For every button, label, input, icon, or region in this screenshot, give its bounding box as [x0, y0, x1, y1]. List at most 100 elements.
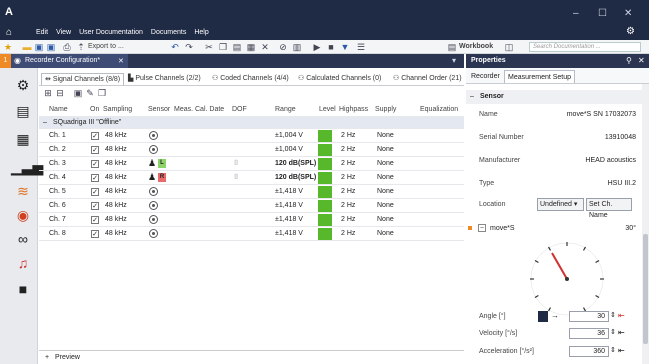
filter-icon[interactable]: ▼ — [340, 42, 350, 52]
stop-sign-icon[interactable]: ⊘ — [278, 42, 288, 52]
export-to-menu[interactable]: Export to ... — [88, 43, 124, 50]
grid-icon[interactable]: ▦ — [246, 42, 256, 52]
channel-supply[interactable]: None — [377, 132, 394, 139]
channel-supply[interactable]: None — [377, 146, 394, 153]
col-level[interactable]: Level — [319, 106, 336, 113]
channel-highpass[interactable]: 2 Hz — [341, 230, 355, 237]
play-icon[interactable]: ▶ — [312, 42, 322, 52]
channel-supply[interactable]: None — [377, 160, 394, 167]
record-icon[interactable]: ◉ — [11, 204, 35, 226]
print-icon[interactable]: ⎙ — [62, 42, 72, 52]
channel-on-checkbox[interactable]: ✓ — [91, 230, 99, 238]
channel-range[interactable]: ±1,418 V — [275, 230, 303, 237]
menu-edit[interactable]: Edit — [36, 29, 48, 36]
properties-scrollbar[interactable] — [642, 84, 649, 364]
col-sensor[interactable]: Sensor — [148, 106, 170, 113]
channel-highpass[interactable]: 2 Hz — [341, 202, 355, 209]
col-on[interactable]: On — [90, 106, 99, 113]
table-row[interactable]: Ch. 1 ✓ 48 kHz ±1,004 V 2 Hz None — [39, 129, 464, 143]
channel-icon[interactable]: ▤ — [11, 100, 35, 122]
channel-supply[interactable]: None — [377, 216, 394, 223]
channel-on-checkbox[interactable]: ✓ — [91, 160, 99, 168]
tab-measurement-setup[interactable]: Measurement Setup — [504, 70, 576, 83]
tab-recorder-configuration[interactable]: 1 ◉ Recorder Configuration* ✕ — [0, 54, 128, 68]
gear-icon[interactable]: ⚙ — [626, 26, 635, 37]
panel-icon[interactable]: ◫ — [504, 42, 514, 52]
table-row[interactable]: Ch. 2 ✓ 48 kHz ±1,004 V 2 Hz None — [39, 143, 464, 157]
layout-icon[interactable]: ☰ — [356, 42, 366, 52]
tab-signal-channels[interactable]: ⇹ Signal Channels (8/8) — [41, 73, 125, 85]
channel-range[interactable]: ±1,004 V — [275, 146, 303, 153]
close-tab-icon[interactable]: ✕ — [118, 57, 124, 65]
tab-calculated-channels[interactable]: ⚇ Calculated Channels (0) — [295, 73, 384, 85]
table-row[interactable]: Ch. 6 ✓ 48 kHz ±1,418 V 2 Hz None — [39, 199, 464, 213]
close-properties-icon[interactable]: ✕ — [638, 56, 645, 65]
save-icon[interactable]: ▣ — [34, 42, 44, 52]
channel-highpass[interactable]: 2 Hz — [341, 188, 355, 195]
dark-square-icon[interactable]: ■ — [11, 278, 35, 300]
channel-range[interactable]: ±1,418 V — [275, 216, 303, 223]
paste-icon[interactable]: ▤ — [232, 42, 242, 52]
col-supply[interactable]: Supply — [375, 106, 396, 113]
reset-arrow-icon[interactable]: ⇤ — [618, 311, 625, 320]
layers-icon[interactable]: ≋ — [11, 180, 35, 202]
channel-range[interactable]: 120 dB(SPL) — [275, 174, 316, 181]
table-row[interactable]: Ch. 5 ✓ 48 kHz ±1,418 V 2 Hz None — [39, 185, 464, 199]
reset-icon[interactable]: ⇤ — [618, 346, 625, 355]
copy-icon[interactable]: ❐ — [218, 42, 228, 52]
section-sensor[interactable]: – Sensor — [466, 90, 642, 104]
recorder-config-icon[interactable]: ⚙ — [11, 74, 35, 96]
col-sampling[interactable]: Sampling — [103, 106, 132, 113]
acceleration-input[interactable]: 360 — [569, 346, 609, 357]
col-cal-date[interactable]: Meas. Cal. Date — [174, 106, 224, 113]
table-row[interactable]: Ch. 8 ✓ 48 kHz ±1,418 V 2 Hz None — [39, 227, 464, 241]
arrow-right-icon[interactable]: → — [551, 311, 559, 320]
set-channel-name-button[interactable]: Set Ch. Name — [586, 198, 632, 219]
channel-supply[interactable]: None — [377, 174, 394, 181]
workbook-menu[interactable]: Workbook — [459, 43, 493, 50]
channel-supply[interactable]: None — [377, 188, 394, 195]
collapse-device-icon[interactable]: – — [478, 224, 486, 232]
col-highpass[interactable]: Highpass — [339, 106, 368, 113]
velocity-input[interactable]: 36 — [569, 328, 609, 339]
col-name[interactable]: Name — [49, 106, 68, 113]
table-row[interactable]: Ch. 3 ✓ 48 kHz ♟ L ⌷ 120 dB(SPL) 2 Hz None — [39, 157, 464, 171]
tab-pulse-channels[interactable]: ▙ Pulse Channels (2/2) — [125, 73, 204, 85]
search-input[interactable]: Search Documentation ... — [529, 42, 641, 52]
table-icon[interactable]: ▥ — [292, 42, 302, 52]
channel-on-checkbox[interactable]: ✓ — [91, 188, 99, 196]
tab-recorder[interactable]: Recorder — [468, 70, 503, 83]
menu-documents[interactable]: Documents — [151, 29, 186, 36]
channel-on-checkbox[interactable]: ✓ — [91, 216, 99, 224]
angle-input[interactable]: 30 — [569, 311, 609, 322]
export-icon[interactable]: ⇡ — [76, 42, 86, 52]
channel-highpass[interactable]: 2 Hz — [341, 216, 355, 223]
channel-on-checkbox[interactable]: ✓ — [91, 202, 99, 210]
location-select[interactable]: Undefined ▾ — [537, 198, 584, 211]
channel-highpass[interactable]: 2 Hz — [341, 174, 355, 181]
tab-channel-order[interactable]: ⚇ Channel Order (21) — [390, 73, 465, 85]
stop-icon[interactable]: ■ — [326, 42, 336, 52]
scrollbar-thumb[interactable] — [643, 234, 648, 344]
glasses-icon[interactable]: ∞ — [11, 228, 35, 250]
table-row[interactable]: Ch. 7 ✓ 48 kHz ±1,418 V 2 Hz None — [39, 213, 464, 227]
expand-icon[interactable]: ⊞ — [43, 88, 53, 98]
channel-range[interactable]: ±1,004 V — [275, 132, 303, 139]
minimize-button[interactable]: – — [573, 8, 579, 19]
channel-supply[interactable]: None — [377, 202, 394, 209]
folder-icon[interactable]: ▬ — [22, 42, 32, 52]
col-equalization[interactable]: Equalization — [420, 106, 458, 113]
star-icon[interactable]: ★ — [3, 42, 13, 52]
channel-highpass[interactable]: 2 Hz — [341, 132, 355, 139]
home-icon[interactable]: ⌂ — [6, 27, 12, 38]
channel-supply[interactable]: None — [377, 230, 394, 237]
document-icon[interactable]: ▦ — [11, 128, 35, 150]
channel-range[interactable]: ±1,418 V — [275, 188, 303, 195]
undo-icon[interactable]: ↶ — [170, 42, 180, 52]
maximize-button[interactable]: ☐ — [598, 8, 607, 19]
expand-preview-icon[interactable]: + — [45, 354, 49, 361]
close-button[interactable]: ✕ — [624, 8, 632, 19]
spin-icon[interactable]: ⇕ — [610, 346, 616, 354]
channel-highpass[interactable]: 2 Hz — [341, 160, 355, 167]
menu-view[interactable]: View — [56, 29, 71, 36]
